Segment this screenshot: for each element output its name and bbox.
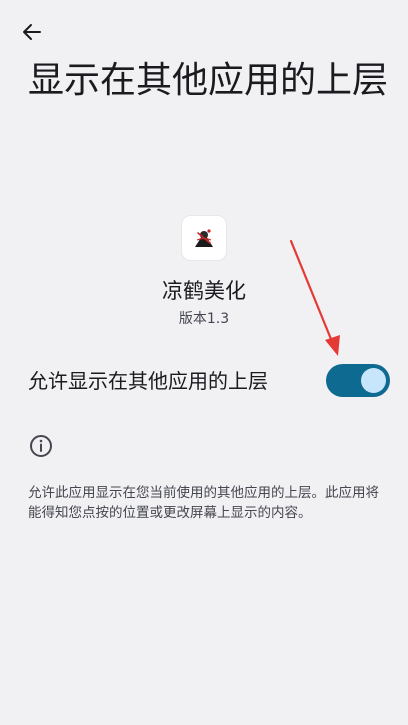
allow-overlay-row[interactable]: 允许显示在其他应用的上层: [0, 356, 408, 406]
permission-description: 允许此应用显示在您当前使用的其他应用的上层。此应用将能得知您点按的位置或更改屏幕…: [28, 485, 379, 521]
app-version: 版本1.3: [178, 311, 230, 327]
app-icon: [182, 216, 226, 260]
app-name: 凉鹤美化: [162, 279, 246, 303]
info-icon: [30, 435, 52, 457]
switch-thumb: [361, 368, 386, 393]
back-button[interactable]: [14, 16, 50, 48]
page-title: 显示在其他应用的上层: [28, 60, 389, 101]
arrow-left-icon: [23, 24, 41, 40]
allow-overlay-switch[interactable]: [326, 364, 390, 397]
allow-overlay-label: 允许显示在其他应用的上层: [28, 369, 268, 393]
app-logo-icon: [195, 229, 213, 247]
